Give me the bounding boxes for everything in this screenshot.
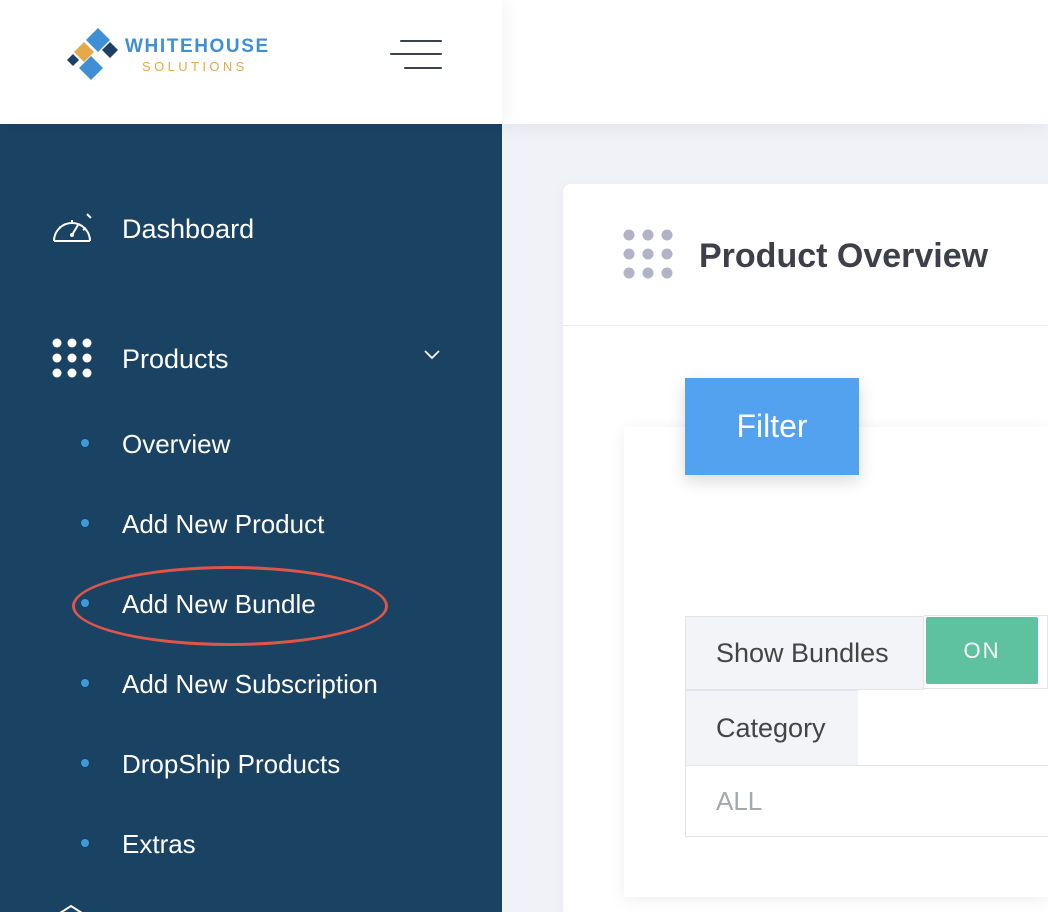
- sidebar-subitem-label: Extras: [122, 829, 196, 859]
- page-title: Product Overview: [699, 237, 989, 275]
- brand-name: WHITEHOUSE: [125, 36, 270, 57]
- sidebar-item-products[interactable]: Products: [0, 328, 502, 388]
- sidebar-subitem-overview[interactable]: Overview: [0, 418, 502, 470]
- sidebar: Dashboard Products Overview Add New Prod…: [0, 124, 502, 912]
- top-bar-brand: WHITEHOUSE SOLUTIONS: [0, 0, 502, 124]
- sidebar-item-dashboard[interactable]: Dashboard: [0, 198, 502, 258]
- menu-toggle-icon[interactable]: [388, 38, 444, 72]
- highlight-annotation: [72, 566, 388, 646]
- sidebar-subitem-label: Overview: [122, 429, 231, 459]
- app-page: WHITEHOUSE SOLUTIONS Dashboard Products …: [0, 0, 1048, 912]
- sidebar-item-label: Products: [122, 344, 229, 374]
- bullet-icon: [81, 759, 89, 767]
- sidebar-subitem-add-new-product[interactable]: Add New Product: [0, 498, 502, 550]
- chevron-down-icon[interactable]: [424, 350, 440, 360]
- logo-mark-icon: [67, 28, 118, 80]
- brand-logo[interactable]: WHITEHOUSE SOLUTIONS: [62, 26, 292, 84]
- bullet-icon: [81, 519, 89, 527]
- sidebar-subitem-add-new-subscription[interactable]: Add New Subscription: [0, 658, 502, 710]
- category-addon-spacer: [858, 690, 1048, 766]
- brand-subtitle: SOLUTIONS: [142, 59, 248, 74]
- grid-dots-icon: [623, 229, 673, 279]
- sidebar-subitem-label: Add New Product: [122, 509, 325, 539]
- show-bundles-toggle[interactable]: ON: [926, 617, 1038, 684]
- sidebar-item-label: Dashboard: [122, 214, 255, 244]
- top-bar: [502, 0, 1048, 124]
- sidebar-subitem-label: Add New Subscription: [122, 669, 378, 699]
- bullet-icon: [81, 839, 89, 847]
- bullet-icon: [81, 439, 89, 447]
- speedometer-icon: [53, 213, 92, 242]
- category-select[interactable]: ALL: [685, 765, 1048, 837]
- next-nav-icon[interactable]: [54, 904, 88, 912]
- grid-dots-icon: [52, 338, 92, 378]
- sidebar-subitem-extras[interactable]: Extras: [0, 818, 502, 870]
- category-label: Category: [685, 690, 859, 766]
- filter-button[interactable]: Filter: [685, 378, 859, 475]
- show-bundles-label: Show Bundles: [685, 616, 924, 690]
- card-header: Product Overview: [563, 184, 1048, 326]
- sidebar-subitem-dropship-products[interactable]: DropShip Products: [0, 738, 502, 790]
- sidebar-subitem-label: DropShip Products: [122, 749, 341, 779]
- bullet-icon: [81, 679, 89, 687]
